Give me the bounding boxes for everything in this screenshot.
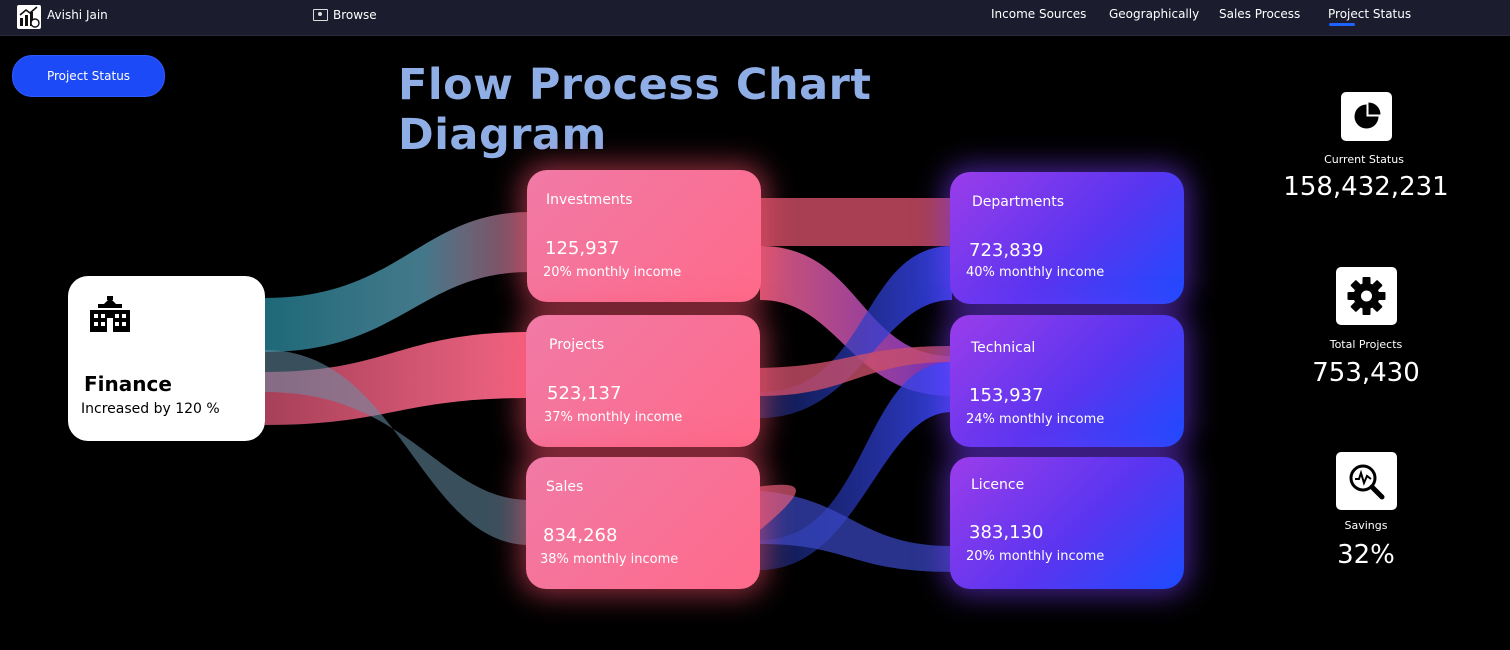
- node-sales[interactable]: Sales 834,268 38% monthly income: [526, 457, 760, 589]
- node-subtitle: 37% monthly income: [544, 410, 683, 425]
- bank-building-icon: [90, 296, 130, 332]
- finance-title: Finance: [84, 372, 172, 396]
- node-value: 153,937: [969, 385, 1044, 406]
- magnifier-chart-icon[interactable]: [1336, 452, 1397, 510]
- kpi-current-status-label: Current Status: [1324, 153, 1404, 166]
- flow-investments-departments: [752, 198, 952, 246]
- node-technical[interactable]: Technical 153,937 24% monthly income: [950, 315, 1184, 447]
- node-label: Investments: [546, 192, 633, 208]
- finance-subtitle: Increased by 120 %: [81, 401, 220, 417]
- node-subtitle: 20% monthly income: [543, 265, 682, 280]
- kpi-savings-value: 32%: [1337, 540, 1395, 570]
- node-label: Licence: [971, 477, 1025, 493]
- kpi-current-status-value: 158,432,231: [1283, 172, 1449, 202]
- node-label: Technical: [971, 340, 1036, 356]
- node-departments[interactable]: Departments 723,839 40% monthly income: [950, 172, 1184, 304]
- node-value: 383,130: [969, 522, 1044, 543]
- node-subtitle: 24% monthly income: [966, 412, 1105, 427]
- node-subtitle: 20% monthly income: [966, 549, 1105, 564]
- node-value: 523,137: [547, 383, 622, 404]
- kpi-savings-label: Savings: [1344, 519, 1388, 532]
- node-value: 723,839: [969, 240, 1044, 261]
- node-licence[interactable]: Licence 383,130 20% monthly income: [950, 457, 1184, 589]
- finance-card[interactable]: Finance Increased by 120 %: [68, 276, 265, 441]
- node-projects[interactable]: Projects 523,137 37% monthly income: [526, 315, 760, 447]
- gear-icon[interactable]: [1336, 267, 1397, 325]
- node-subtitle: 40% monthly income: [966, 265, 1105, 280]
- node-value: 125,937: [545, 238, 620, 259]
- node-label: Projects: [549, 337, 605, 353]
- node-value: 834,268: [543, 525, 618, 546]
- node-investments[interactable]: Investments 125,937 20% monthly income: [527, 170, 761, 302]
- kpi-total-projects-label: Total Projects: [1329, 338, 1403, 351]
- kpi-total-projects-value: 753,430: [1312, 358, 1420, 388]
- node-label: Sales: [546, 479, 584, 495]
- node-label: Departments: [972, 194, 1065, 210]
- pie-chart-icon[interactable]: [1341, 92, 1392, 141]
- flow-finance-investments: [265, 212, 530, 352]
- node-subtitle: 38% monthly income: [540, 552, 679, 567]
